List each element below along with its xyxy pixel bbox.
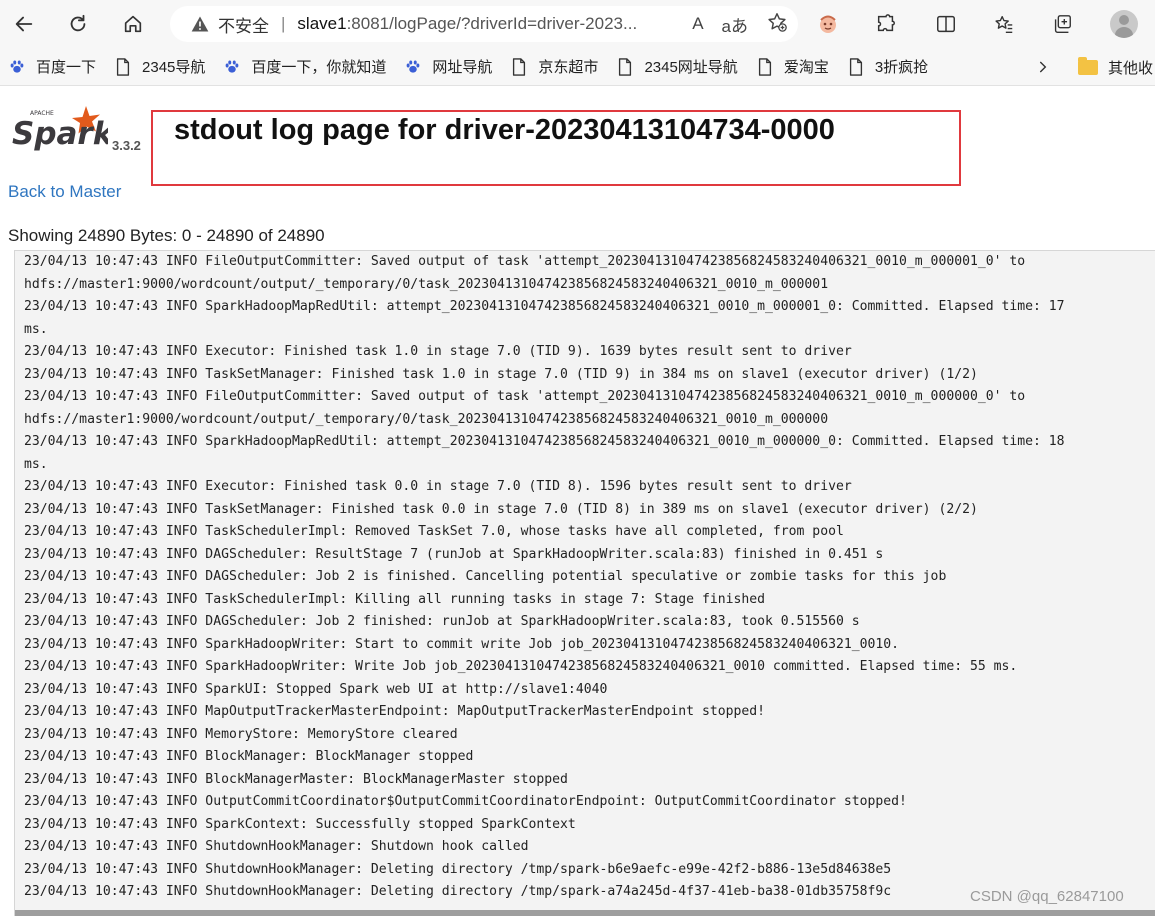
showing-bytes-text: Showing 24890 Bytes: 0 - 24890 of 24890 (8, 226, 325, 245)
bookmark-label: 百度一下 (36, 59, 97, 76)
baidu-paw-icon (223, 58, 241, 76)
log-line: 23/04/13 10:47:43 INFO TaskSetManager: F… (24, 366, 978, 382)
page-title: stdout log page for driver-2023041310473… (174, 114, 835, 146)
log-line: 23/04/13 10:47:43 INFO MapOutputTrackerM… (24, 704, 766, 719)
bookmark-item[interactable]: 京东超市 (502, 52, 608, 82)
favorite-add-icon[interactable] (766, 11, 788, 38)
read-aloud-icon[interactable]: A (692, 14, 703, 34)
watermark: CSDN @qq_62847100 (970, 888, 1124, 905)
log-line: ms. (24, 456, 48, 472)
log-line: 23/04/13 10:47:43 INFO DAGScheduler: Res… (24, 546, 884, 562)
log-line: ms. (24, 321, 48, 337)
folder-icon (1078, 56, 1098, 75)
page-icon (616, 57, 634, 76)
address-separator: | (281, 14, 286, 33)
warning-icon[interactable] (190, 14, 210, 34)
log-line: 23/04/13 10:47:43 INFO BlockManager: Blo… (24, 749, 474, 764)
bookmark-label: 百度一下，你就知道 (251, 59, 387, 76)
log-line: 23/04/13 10:47:43 INFO SparkHadoopMapRed… (24, 434, 1065, 449)
extension-avatar-icon[interactable] (808, 4, 848, 44)
bookmark-label: 2345网址导航 (644, 59, 738, 76)
spark-version: 3.3.2 (112, 138, 141, 153)
browser-toolbar: 不安全 | slave1:8081/logPage/?driverId=driv… (0, 0, 1155, 48)
log-line: 23/04/13 10:47:43 INFO ShutdownHookManag… (24, 839, 529, 854)
log-line: 23/04/13 10:47:43 INFO SparkUI: Stopped … (24, 681, 608, 697)
address-bar[interactable]: 不安全 | slave1:8081/logPage/?driverId=driv… (170, 6, 798, 42)
log-content-area[interactable]: 23/04/13 10:47:43 INFO FileOutputCommitt… (14, 250, 1155, 916)
log-line: 23/04/13 10:47:43 INFO SparkContext: Suc… (24, 816, 576, 832)
page-icon (114, 57, 132, 76)
security-label[interactable]: 不安全 (218, 12, 269, 37)
log-line: 23/04/13 10:47:43 INFO TaskSchedulerImpl… (24, 524, 844, 539)
log-line: 23/04/13 10:47:43 INFO SparkHadoopWriter… (24, 659, 1018, 674)
page-icon (756, 57, 774, 76)
spark-logo[interactable]: Spark APACHE (8, 104, 116, 156)
log-line: 23/04/13 10:47:43 INFO ShutdownHookManag… (24, 884, 892, 899)
profile-avatar[interactable] (1104, 4, 1144, 44)
log-line: hdfs://master1:9000/wordcount/output/_te… (24, 411, 829, 427)
log-line: 23/04/13 10:47:43 INFO OutputCommitCoord… (24, 794, 907, 809)
collections-icon[interactable] (1042, 4, 1082, 44)
avatar (1110, 10, 1138, 38)
bookmark-item[interactable]: 3折疯抢 (839, 52, 938, 82)
bookmark-item[interactable]: 百度一下 (0, 52, 106, 82)
bookmark-item[interactable]: 网址导航 (396, 52, 502, 82)
log-line: 23/04/13 10:47:43 INFO TaskSetManager: F… (24, 501, 978, 517)
bookmark-item[interactable]: 2345导航 (106, 52, 215, 82)
log-line: 23/04/13 10:47:43 INFO SparkHadoopWriter… (24, 636, 900, 652)
log-line: 23/04/13 10:47:43 INFO MemoryStore: Memo… (24, 726, 458, 742)
bookmarks-bar: 百度一下 2345导航 百度一下，你就知道 网址导航 京东超市 2345网址导航 爱淘宝 3折… (0, 48, 1155, 86)
bookmark-label: 京东超市 (538, 59, 599, 76)
log-line: 23/04/13 10:47:43 INFO DAGScheduler: Job… (24, 614, 860, 629)
log-text: 23/04/13 10:47:43 INFO FileOutputCommitt… (15, 251, 1155, 904)
other-bookmarks-folder[interactable]: 其他收 (1078, 48, 1153, 86)
refresh-icon[interactable] (58, 4, 98, 44)
bookmark-label: 爱淘宝 (783, 59, 829, 76)
back-to-master-link[interactable]: Back to Master (8, 182, 121, 202)
extensions-puzzle-icon[interactable] (866, 4, 906, 44)
log-line: 23/04/13 10:47:43 INFO DAGScheduler: Job… (24, 569, 947, 584)
translate-icon[interactable]: aあ (722, 12, 748, 37)
log-line: 23/04/13 10:47:43 INFO FileOutputCommitt… (24, 389, 1026, 404)
url-host[interactable]: slave1 (297, 14, 346, 34)
home-icon[interactable] (113, 4, 153, 44)
log-line: 23/04/13 10:47:43 INFO Executor: Finishe… (24, 344, 852, 359)
favorites-icon[interactable] (984, 4, 1024, 44)
baidu-paw-icon (404, 58, 422, 76)
logo-sup-text: APACHE (30, 110, 54, 117)
bookmark-item[interactable]: 2345网址导航 (608, 52, 747, 82)
bookmark-label: 3折疯抢 (874, 59, 929, 76)
log-line: 23/04/13 10:47:43 INFO BlockManagerMaste… (24, 771, 568, 787)
chevron-right-icon[interactable] (1036, 48, 1050, 86)
log-line: 23/04/13 10:47:43 INFO TaskSchedulerImpl… (24, 591, 766, 607)
bookmark-item[interactable]: 爱淘宝 (748, 52, 839, 82)
bookmark-label: 网址导航 (432, 59, 493, 76)
page-icon (510, 57, 528, 76)
browser-actions (808, 4, 1144, 44)
log-line: 23/04/13 10:47:43 INFO Executor: Finishe… (24, 479, 852, 494)
baidu-paw-icon (8, 58, 26, 76)
bookmark-label: 2345导航 (142, 59, 206, 76)
bookmark-item[interactable]: 百度一下，你就知道 (215, 52, 396, 82)
split-screen-icon[interactable] (926, 4, 966, 44)
logo-text: Spark (12, 116, 108, 152)
url-path[interactable]: :8081/logPage/?driverId=driver-2023... (347, 14, 638, 34)
log-line: 23/04/13 10:47:43 INFO ShutdownHookManag… (24, 861, 892, 877)
page-icon (847, 57, 865, 76)
back-arrow-icon[interactable] (4, 4, 44, 44)
log-line: 23/04/13 10:47:43 INFO SparkHadoopMapRed… (24, 299, 1065, 314)
log-line: hdfs://master1:9000/wordcount/output/_te… (24, 276, 829, 292)
other-bookmarks-label: 其他收 (1108, 59, 1154, 77)
log-line: 23/04/13 10:47:43 INFO FileOutputCommitt… (24, 254, 1026, 269)
horizontal-scrollbar[interactable] (15, 910, 1155, 916)
